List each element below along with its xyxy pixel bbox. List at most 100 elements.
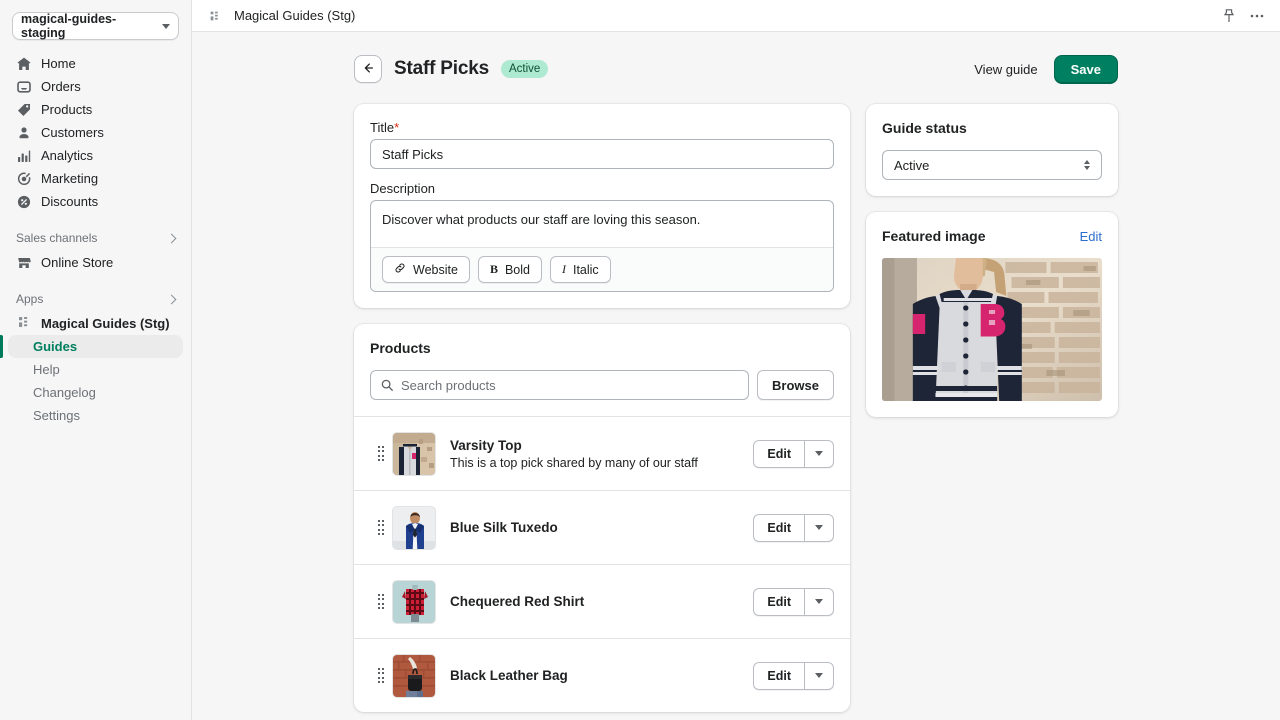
analytics-bars-icon: [16, 148, 32, 164]
sidebar-item-magical-guides[interactable]: Magical Guides (Stg): [8, 312, 183, 335]
required-asterisk: *: [394, 120, 400, 135]
guide-status-select[interactable]: Active: [882, 150, 1102, 180]
sidebar-item-label: Home: [41, 56, 76, 71]
sidebar-item-discounts[interactable]: Discounts: [8, 190, 183, 213]
customers-person-icon: [16, 125, 32, 141]
sidebar-item-home[interactable]: Home: [8, 52, 183, 75]
product-description: This is a top pick shared by many of our…: [450, 455, 698, 470]
row-menu-button[interactable]: [804, 513, 834, 542]
guide-status-card: Guide status Active: [866, 104, 1118, 196]
table-row[interactable]: Varsity Top This is a top pick shared by…: [354, 416, 850, 490]
content-scroll-area[interactable]: Staff Picks Active View guide Save Title…: [192, 32, 1280, 720]
browse-products-button[interactable]: Browse: [757, 370, 834, 400]
drag-handle-icon[interactable]: [370, 446, 392, 461]
black-leather-bag-thumbnail: [392, 653, 436, 698]
row-actions: Edit: [753, 513, 834, 542]
products-card: Products Browse: [354, 324, 850, 712]
product-name: Black Leather Bag: [450, 668, 568, 683]
sidebar-item-settings[interactable]: Settings: [8, 404, 183, 427]
sidebar-item-marketing[interactable]: Marketing: [8, 167, 183, 190]
row-menu-button[interactable]: [804, 661, 834, 690]
chequered-red-shirt-thumbnail: [392, 579, 436, 624]
table-row[interactable]: Chequered Red Shirt Edit: [354, 564, 850, 638]
products-search-wrap: [370, 370, 750, 400]
search-products-input[interactable]: [370, 370, 750, 400]
pin-icon[interactable]: [1220, 7, 1238, 25]
featured-image: [882, 258, 1102, 401]
page-columns: Title* Description Discover what product…: [354, 104, 1118, 720]
sidebar-item-changelog[interactable]: Changelog: [8, 381, 183, 404]
edit-button[interactable]: Edit: [753, 513, 804, 542]
italic-button[interactable]: I Italic: [549, 256, 611, 283]
sidebar-item-online-store[interactable]: Online Store: [8, 251, 183, 274]
bold-button[interactable]: B Bold: [477, 256, 542, 283]
title-label-text: Title: [370, 120, 395, 135]
bold-button-label: Bold: [504, 262, 530, 277]
sidebar-item-orders[interactable]: Orders: [8, 75, 183, 98]
status-badge: Active: [500, 60, 549, 78]
description-editor-toolbar: Website B Bold I Italic: [371, 247, 833, 291]
sidebar-section-sales-channels[interactable]: Sales channels: [8, 225, 183, 251]
sidebar-item-analytics[interactable]: Analytics: [8, 144, 183, 167]
sidebar-section-apps[interactable]: Apps: [8, 286, 183, 312]
title-input[interactable]: [370, 139, 834, 169]
website-link-button[interactable]: Website: [382, 256, 470, 283]
sidebar-item-label: Magical Guides (Stg): [41, 316, 170, 331]
home-icon: [16, 56, 32, 72]
sidebar-item-label: Products: [41, 102, 93, 117]
primary-column: Title* Description Discover what product…: [354, 104, 850, 720]
sidebar-section-label: Sales channels: [16, 231, 98, 245]
page-header-actions: View guide Save: [968, 54, 1118, 84]
guide-details-card: Title* Description Discover what product…: [354, 104, 850, 308]
row-menu-button[interactable]: [804, 439, 834, 468]
sidebar-item-label: Orders: [41, 79, 81, 94]
product-info: Blue Silk Tuxedo: [450, 520, 753, 535]
sidebar-item-label: Settings: [33, 408, 80, 423]
row-actions: Edit: [753, 439, 834, 468]
product-name: Chequered Red Shirt: [450, 594, 585, 609]
view-guide-button[interactable]: View guide: [968, 58, 1043, 81]
row-menu-button[interactable]: [804, 587, 834, 616]
sidebar-section-label: Apps: [16, 292, 44, 306]
sidebar-item-label: Customers: [41, 125, 104, 140]
back-button[interactable]: [354, 55, 382, 83]
featured-image-card: Featured image Edit: [866, 212, 1118, 417]
sidebar-item-customers[interactable]: Customers: [8, 121, 183, 144]
products-card-header: Products Browse: [354, 324, 850, 416]
featured-image-card-body: Featured image Edit: [866, 212, 1118, 417]
more-horizontal-icon[interactable]: [1248, 7, 1266, 25]
sidebar-item-label: Online Store: [41, 255, 114, 270]
featured-image-edit-link[interactable]: Edit: [1080, 229, 1102, 244]
sidebar-item-label: Changelog: [33, 385, 96, 400]
page-header: Staff Picks Active View guide Save: [354, 52, 1118, 86]
drag-handle-icon[interactable]: [370, 594, 392, 609]
drag-handle-icon[interactable]: [370, 520, 392, 535]
edit-button[interactable]: Edit: [753, 587, 804, 616]
sidebar: magical-guides-staging Home Orders Produ…: [0, 0, 192, 720]
main-region: Magical Guides (Stg) Staff Picks Active …: [192, 0, 1280, 720]
storefront-icon: [16, 255, 32, 271]
primary-nav: Home Orders Products Customers Analytics: [0, 48, 191, 427]
sidebar-item-help[interactable]: Help: [8, 358, 183, 381]
edit-button[interactable]: Edit: [753, 439, 804, 468]
featured-image-title: Featured image: [882, 228, 986, 244]
chevron-right-icon: [166, 233, 177, 243]
sidebar-item-guides[interactable]: Guides: [0, 335, 183, 358]
blue-silk-tuxedo-thumbnail: [392, 505, 436, 550]
sidebar-item-label: Help: [33, 362, 60, 377]
table-row[interactable]: Blue Silk Tuxedo Edit: [354, 490, 850, 564]
row-actions: Edit: [753, 661, 834, 690]
products-search-row: Browse: [370, 370, 834, 400]
chevron-down-icon: [162, 23, 170, 29]
select-arrows-icon: [1084, 160, 1090, 170]
bold-icon: B: [489, 262, 498, 276]
orders-inbox-icon: [16, 79, 32, 95]
description-editor-body[interactable]: Discover what products our staff are lov…: [371, 201, 833, 247]
sidebar-item-products[interactable]: Products: [8, 98, 183, 121]
guide-status-selected-value: Active: [894, 157, 930, 173]
drag-handle-icon[interactable]: [370, 668, 392, 683]
edit-button[interactable]: Edit: [753, 661, 804, 690]
save-button[interactable]: Save: [1053, 54, 1118, 84]
table-row[interactable]: Black Leather Bag Edit: [354, 638, 850, 712]
store-switcher[interactable]: magical-guides-staging: [12, 12, 179, 40]
